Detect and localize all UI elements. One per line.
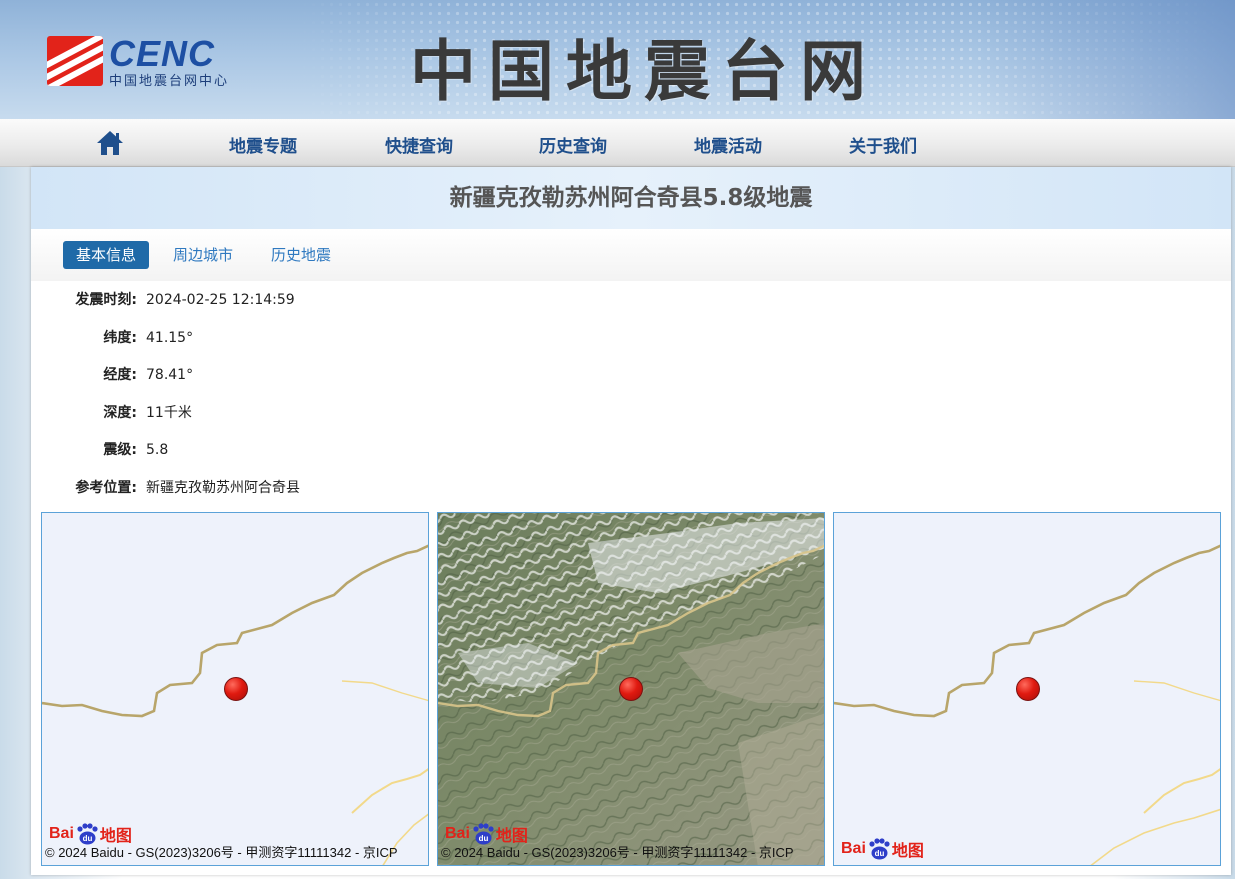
info-value-depth: 11千米 [146, 405, 192, 421]
info-row-location: 参考位置: 新疆克孜勒苏州阿合奇县 [31, 478, 1231, 498]
logo-text: CENC [109, 33, 216, 74]
info-value-time: 2024-02-25 12:14:59 [146, 292, 295, 308]
nav-item-quick-search[interactable]: 快捷查询 [385, 132, 453, 157]
cenc-logo-mark-icon [47, 36, 103, 86]
tab-basic-info[interactable]: 基本信息 [63, 241, 150, 269]
nav-item-topics[interactable]: 地震专题 [229, 132, 297, 157]
map-satellite[interactable]: Bai du 地图 © 2024 Baidu - GS(2023)3206号 -… [437, 512, 825, 866]
svg-text:du: du [875, 849, 885, 858]
home-icon[interactable] [96, 130, 124, 156]
tab-nearby-cities[interactable]: 周边城市 [173, 241, 233, 269]
info-value-location: 新疆克孜勒苏州阿合奇县 [146, 480, 300, 496]
info-row-time: 发震时刻: 2024-02-25 12:14:59 [31, 290, 1231, 310]
logo-subtitle: 中国地震台网中心 [109, 74, 230, 89]
cenc-logo[interactable]: CENC 中国地震台网中心 [47, 33, 257, 89]
site-title: 中国地震台网 [410, 32, 878, 110]
tab-historical-quakes[interactable]: 历史地震 [271, 241, 331, 269]
map-vector-alt[interactable]: Bai du 地图 [833, 512, 1221, 866]
tab-bar: 基本信息 周边城市 历史地震 [31, 229, 1231, 281]
info-row-longitude: 经度: 78.41° [31, 365, 1231, 385]
info-row-depth: 深度: 11千米 [31, 403, 1231, 423]
nav-item-about[interactable]: 关于我们 [849, 132, 917, 157]
epicenter-marker-icon[interactable] [619, 677, 643, 701]
epicenter-marker-icon[interactable] [224, 677, 248, 701]
info-section: 发震时刻: 2024-02-25 12:14:59 纬度: 41.15° 经度:… [31, 281, 1231, 509]
map-vector[interactable]: Bai du 地图 © 2024 Baidu - GS(2023)3206号 -… [41, 512, 429, 866]
page-title: 新疆克孜勒苏州阿合奇县5.8级地震 [449, 185, 813, 211]
info-label-time: 发震时刻: [75, 292, 137, 308]
info-label-latitude: 纬度: [103, 330, 137, 346]
info-value-longitude: 78.41° [146, 367, 194, 383]
baidu-logo-text: Bai [841, 840, 866, 857]
info-value-latitude: 41.15° [146, 330, 194, 346]
baidu-logo-map-text: 地图 [891, 843, 924, 860]
header-banner: CENC 中国地震台网中心 中国地震台网 [0, 0, 1235, 119]
info-row-latitude: 纬度: 41.15° [31, 328, 1231, 348]
map-copyright: © 2024 Baidu - GS(2023)3206号 - 甲测资字11111… [441, 845, 794, 860]
map-panels: Bai du 地图 © 2024 Baidu - GS(2023)3206号 -… [41, 512, 1221, 866]
main-nav: 地震专题 快捷查询 历史查询 地震活动 关于我们 [0, 119, 1235, 167]
title-bar: 新疆克孜勒苏州阿合奇县5.8级地震 [31, 167, 1231, 229]
info-label-depth: 深度: [103, 405, 137, 421]
map-copyright: © 2024 Baidu - GS(2023)3206号 - 甲测资字11111… [45, 845, 398, 860]
main-panel: 新疆克孜勒苏州阿合奇县5.8级地震 基本信息 周边城市 历史地震 发震时刻: 2… [31, 167, 1231, 875]
info-label-magnitude: 震级: [103, 442, 137, 458]
info-row-magnitude: 震级: 5.8 [31, 440, 1231, 460]
baidu-logo-text: Bai [49, 825, 74, 842]
nav-item-history-search[interactable]: 历史查询 [539, 132, 607, 157]
baidu-paw-icon: du [867, 838, 891, 860]
baidu-map-logo[interactable]: Bai du 地图 [841, 838, 924, 860]
nav-item-activity[interactable]: 地震活动 [694, 132, 762, 157]
info-value-magnitude: 5.8 [146, 442, 169, 458]
info-label-location: 参考位置: [75, 480, 137, 496]
info-label-longitude: 经度: [103, 367, 137, 383]
baidu-logo-text: Bai [445, 825, 470, 842]
epicenter-marker-icon[interactable] [1016, 677, 1040, 701]
